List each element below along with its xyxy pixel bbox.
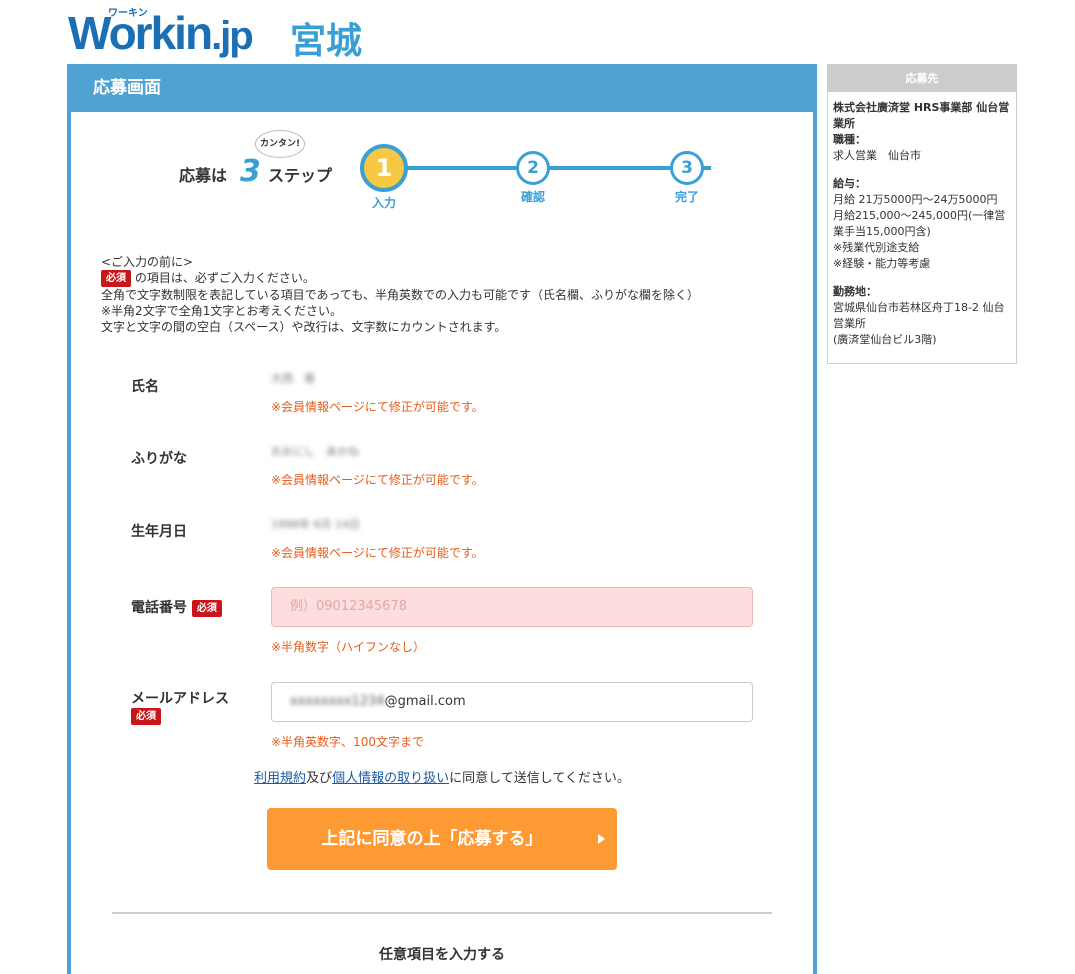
logo-brand: Workin.jp	[68, 7, 254, 59]
salary-label: 給与：	[833, 177, 866, 190]
location-line: 宮城県仙台市若林区舟丁18-2 仙台営業所	[833, 301, 1005, 330]
side-title: 応募先	[828, 65, 1016, 92]
birthday-hint: ※会員情報ページにて修正が可能です。	[271, 546, 484, 560]
step-2-circle: 2	[516, 151, 550, 185]
email-required-badge: 必須	[131, 708, 161, 725]
agree-rest: に同意して送信してください。	[449, 771, 630, 786]
easy-bubble: カンタン!	[255, 130, 305, 158]
terms-link[interactable]: 利用規約	[254, 771, 306, 786]
location-line: (廣済堂仙台ビル3階)	[833, 333, 937, 346]
email-input[interactable]: xxxxxxxx1234@gmail.com	[271, 682, 753, 722]
name-value: 大西 香	[271, 372, 315, 385]
email-required-wrap: 必須	[131, 708, 161, 725]
privacy-link[interactable]: 個人情報の取り扱い	[332, 771, 449, 786]
step-3-label: 完了	[674, 190, 699, 204]
step-3-circle: 3	[670, 151, 704, 185]
step-1-label: 入力	[371, 196, 396, 210]
submit-label: 上記に同意の上「応募する」	[321, 829, 543, 849]
email-local-part: xxxxxxxx1234	[290, 694, 385, 709]
required-badge: 必須	[101, 270, 131, 287]
step-1-circle: 1	[360, 144, 408, 192]
job-label: 職種：	[833, 133, 866, 146]
phone-input[interactable]: 例）09012345678	[271, 587, 753, 627]
job-value: 求人営業 仙台市	[833, 149, 921, 162]
site-logo[interactable]: ワーキン Workin.jp 宮城	[68, 4, 388, 62]
company-name: 株式会社廣済堂 HRS事業部 仙台営業所	[833, 101, 1010, 130]
arrow-right-icon	[598, 834, 605, 844]
salary-line: ※経験・能力等考慮	[833, 257, 931, 270]
step-indicator: カンタン! 応募は 3 ステップ 1 2 3 入力 確認 完了	[71, 112, 813, 252]
phone-required-badge: 必須	[191, 599, 222, 617]
instructions-line-4: 文字と文字の間の空白（スペース）や改行は、文字数にカウントされます。	[101, 320, 507, 334]
divider	[112, 912, 772, 914]
step-2-label: 確認	[520, 190, 545, 204]
application-form: カンタン! 応募は 3 ステップ 1 2 3 入力 確認 完了 <ご入力の前に>…	[71, 112, 813, 974]
birthday-label: 生年月日	[131, 524, 187, 540]
instructions-line-1: の項目は、必ずご入力ください。	[134, 271, 315, 285]
furigana-label: ふりがな	[131, 451, 187, 467]
phone-hint: ※半角数字（ハイフンなし）	[271, 640, 426, 654]
name-label: 氏名	[131, 379, 159, 395]
optional-fields-toggle[interactable]: 任意項目を入力する	[71, 944, 813, 964]
steps-title-suffix: ステップ	[268, 166, 333, 185]
steps-count: 3	[240, 154, 261, 189]
instructions-heading: <ご入力の前に>	[101, 255, 194, 269]
salary-line: 月給215,000〜245,000円(一律営業手当15,000円含)	[833, 209, 1006, 238]
application-panel: 応募画面 カンタン! 応募は 3 ステップ 1 2 3 入力 確認 完了 <ご入…	[67, 64, 817, 974]
phone-label: 電話番号 必須	[131, 597, 222, 617]
birthday-value: 1998年 6月 14日	[271, 518, 360, 531]
agree-and: 及び	[306, 771, 333, 786]
instructions-line-3: ※半角2文字で全角1文字とお考えください。	[101, 304, 342, 318]
page-title: 応募画面	[93, 78, 161, 98]
instructions: <ご入力の前に> 必須 の項目は、必ずご入力ください。 全角で文字数制限を表記し…	[101, 254, 699, 335]
logo-region: 宮城	[290, 21, 363, 62]
agreement-text: 利用規約及び個人情報の取り扱いに同意して送信してください。	[71, 767, 813, 786]
salary-line: 月給 21万5000円〜24万5000円	[833, 193, 998, 206]
email-label: メールアドレス	[131, 691, 229, 707]
name-hint: ※会員情報ページにて修正が可能です。	[271, 400, 484, 414]
furigana-hint: ※会員情報ページにて修正が可能です。	[271, 473, 484, 487]
furigana-value: おおにし あかね	[271, 445, 359, 458]
email-domain: @gmail.com	[384, 694, 466, 709]
location-label: 勤務地：	[833, 285, 877, 298]
job-summary-panel: 応募先 株式会社廣済堂 HRS事業部 仙台営業所 職種： 求人営業 仙台市 給与…	[827, 64, 1017, 364]
salary-line: ※残業代別途支給	[833, 241, 920, 254]
email-hint: ※半角英数字、100文字まで	[271, 735, 424, 749]
steps-title-prefix: 応募は	[179, 166, 228, 185]
instructions-line-2: 全角で文字数制限を表記している項目であっても、半角英数での入力も可能です（氏名欄…	[101, 288, 699, 302]
submit-button[interactable]: 上記に同意の上「応募する」	[267, 808, 617, 870]
